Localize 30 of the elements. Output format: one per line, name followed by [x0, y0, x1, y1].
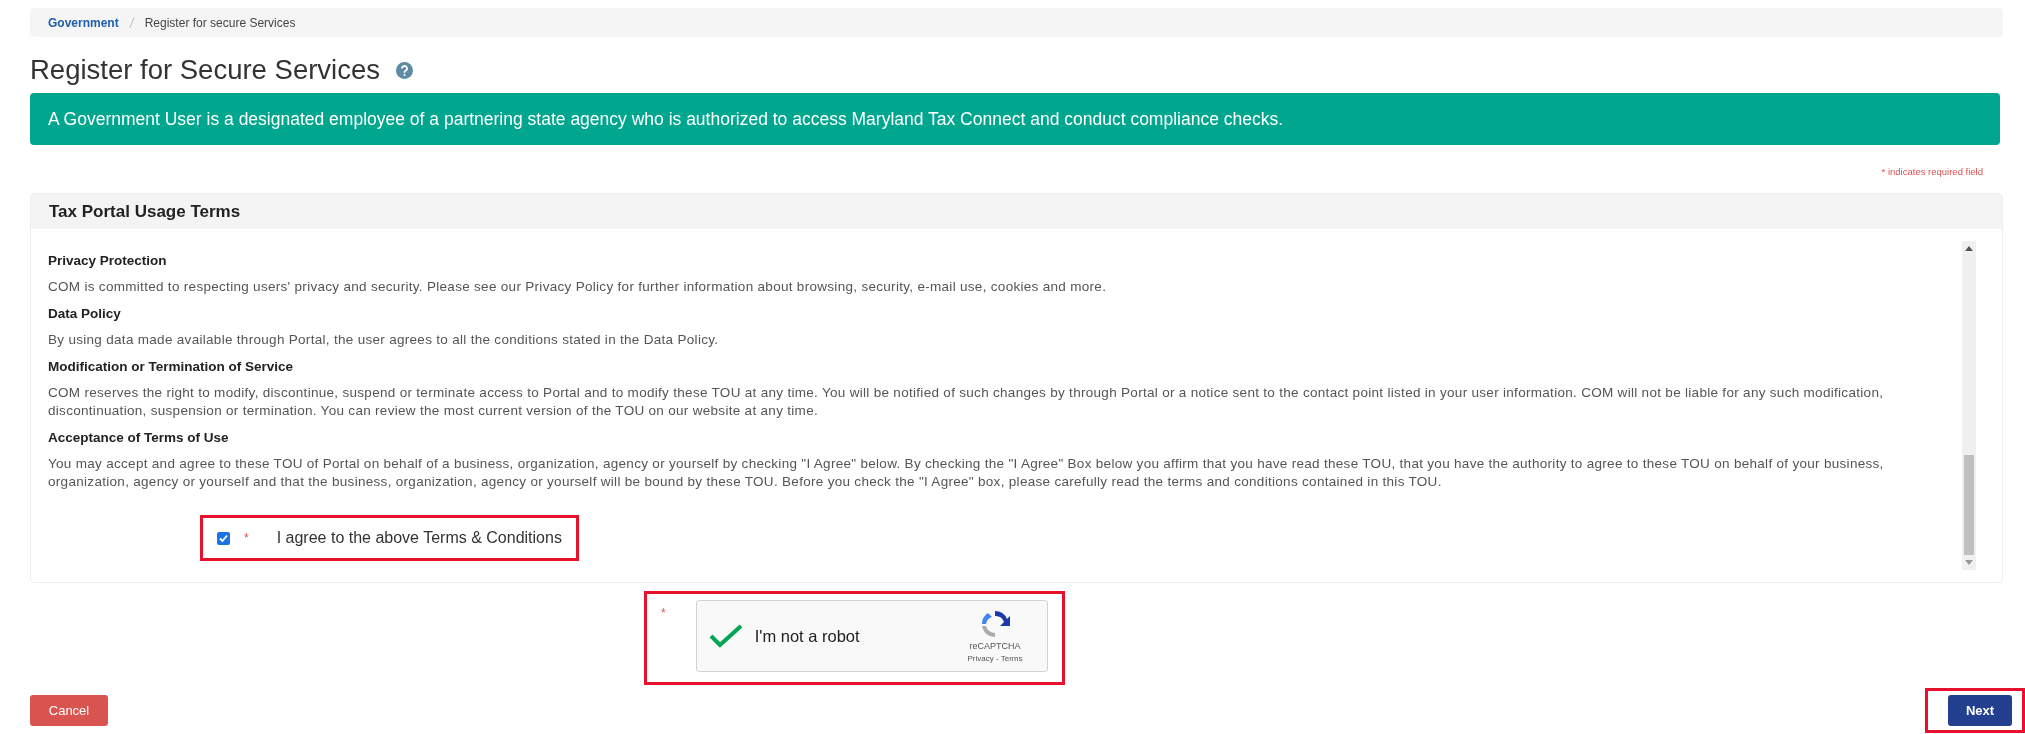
section-heading: Modification or Termination of Service: [48, 358, 295, 377]
help-icon[interactable]: [396, 61, 413, 79]
breadcrumb-separator-icon: [128, 17, 135, 28]
section-heading: Acceptance of Terms of Use: [48, 429, 230, 448]
panel-title: Tax Portal Usage Terms: [49, 201, 241, 223]
breadcrumb-link[interactable]: Government: [48, 13, 119, 32]
breadcrumb-current: Register for secure Services: [144, 14, 296, 32]
section-text: COM is committed to respecting users' privacy and security. Please see our Privacy Policy for further information about browsing, security, e-mail use, cookies and more.: [48, 278, 1108, 297]
scroll-down-icon[interactable]: [1965, 560, 1973, 566]
checkbox[interactable]: [217, 531, 230, 545]
captcha-label: I'm not a robot: [754, 625, 861, 647]
scrollbar[interactable]: [1962, 241, 1976, 571]
scroll-up-icon[interactable]: [1965, 246, 1973, 252]
cancel-button[interactable]: Cancel: [30, 695, 108, 727]
captcha-brand: reCAPTCHA: [969, 639, 1021, 653]
section-text: COM reserves the right to modify, discontinue, suspend or terminate access to Portal and to modify these TOU at any time. You will be notified of such changes by through Portal or a notice sent to the contact point listed in your user information. COM will not be liable for any such modification, discontinuation, suspension or termination. You can review the most current version of the TOU on our website at any time.: [48, 384, 1885, 421]
section-heading: Privacy Protection: [48, 252, 168, 271]
captcha-widget[interactable]: I'm not a robot reCAPTCHA Privacy - Terms: [695, 600, 1048, 673]
scrollbar-thumb[interactable]: [1964, 455, 1974, 556]
info-banner: A Government User is a designated employee of a partnering state agency who is authorized to access Maryland Tax Connect and conduct compliance checks.: [30, 93, 2000, 145]
page-title: Register for Secure Services: [30, 53, 380, 88]
captcha-links[interactable]: Privacy - Terms: [967, 653, 1023, 665]
required-note: * indicates required field: [1881, 165, 1983, 179]
required-mark: *: [244, 530, 249, 548]
section-heading: Data Policy: [48, 305, 122, 324]
next-button[interactable]: Next: [1948, 695, 2012, 727]
section-text: You may accept and agree to these TOU of Portal on behalf of a business, organization, agency or yourself by checking "I Agree" below. By checking the "I Agree" Box below you affirm that you have read these TOU, that you have the authority to agree to these TOU on behalf of your business, organization, agency or yourself and that the business, organization, agency or yourself will be bound by these TOU. Before you check the "I Agree" box, please carefully read the terms and conditions contained in this TOU.: [48, 455, 1885, 492]
required-mark: *: [661, 605, 666, 623]
agree-label: I agree to the above Terms & Conditions: [276, 528, 562, 549]
section-text: By using data made available through Portal, the user agrees to all the conditions stated in the Data Policy.: [48, 331, 720, 350]
